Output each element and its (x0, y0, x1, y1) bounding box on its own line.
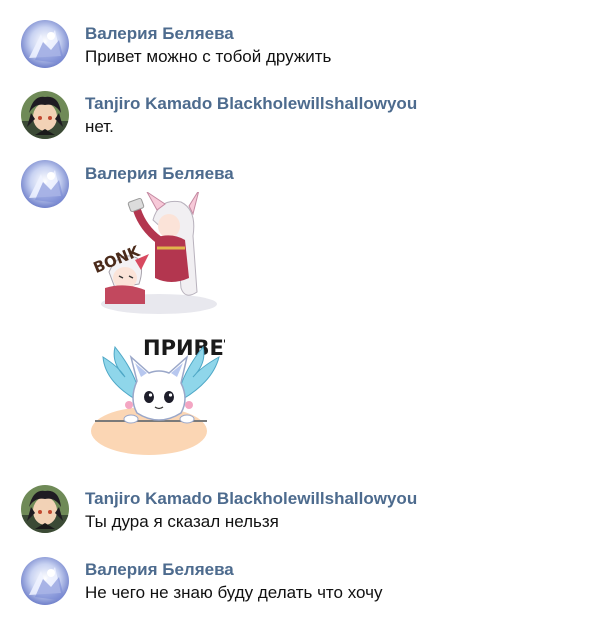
author-name[interactable]: Валерия Беляева (85, 164, 234, 184)
sticker-privet-caption: ПРИВЕТ (143, 336, 225, 360)
anime-bonk-sticker-icon: BONK (91, 189, 217, 314)
avatar-tanjiro-image (21, 485, 69, 533)
message-text: нет. (85, 117, 114, 136)
message-item: Tanjiro Kamado Blackholewillshallowyou Т… (0, 470, 600, 542)
author-name[interactable]: Валерия Беляева (85, 24, 234, 44)
avatar-valeria-image (21, 557, 69, 605)
avatar-valeria-image (21, 20, 69, 68)
sticker-privet[interactable]: ПРИВЕТ (85, 327, 239, 459)
message-text: Не чего не знаю буду делать что хочу (85, 583, 383, 602)
sticker-bonk[interactable]: BONK (85, 189, 225, 317)
avatar-tanjiro[interactable] (21, 485, 69, 533)
avatar-valeria[interactable] (21, 557, 69, 605)
message-item: Валерия Беляева BONK ПРИВЕ (0, 147, 600, 470)
message-text: Ты дура я сказал нельзя (85, 512, 279, 531)
message-item: Валерия Беляева Не чего не знаю буду дел… (0, 542, 600, 625)
author-name[interactable]: Tanjiro Kamado Blackholewillshallowyou (85, 94, 417, 114)
message-text: Привет можно с тобой дружить (85, 47, 332, 66)
message-item: Валерия Беляева Привет можно с тобой дру… (0, 0, 600, 75)
author-name[interactable]: Tanjiro Kamado Blackholewillshallowyou (85, 489, 417, 509)
author-name[interactable]: Валерия Беляева (85, 560, 234, 580)
chat-history: Валерия Беляева Привет можно с тобой дру… (0, 0, 600, 625)
avatar-tanjiro[interactable] (21, 91, 69, 139)
avatar-valeria[interactable] (21, 20, 69, 68)
avatar-tanjiro-image (21, 91, 69, 139)
winged-cat-sticker-icon: ПРИВЕТ (91, 336, 239, 455)
message-item: Tanjiro Kamado Blackholewillshallowyou н… (0, 75, 600, 147)
avatar-valeria-image (21, 160, 69, 208)
avatar-valeria[interactable] (21, 160, 69, 208)
